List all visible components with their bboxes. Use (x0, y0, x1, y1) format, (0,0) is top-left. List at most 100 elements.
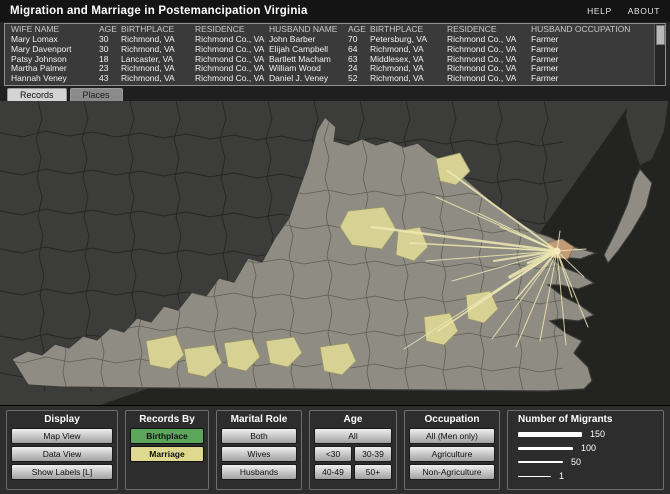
table-cell: Richmond, VA (121, 45, 195, 55)
age-50-plus-button[interactable]: 50+ (354, 464, 392, 480)
table-cell: Farmer (531, 45, 653, 55)
husbands-button[interactable]: Husbands (221, 464, 297, 480)
table-cell: Richmond, VA (121, 74, 195, 84)
table-cell: Farmer (531, 64, 653, 74)
table-cell: Hannah Veney (11, 74, 99, 84)
table-cell: 24 (348, 64, 370, 74)
column-header: BIRTHPLACE (121, 24, 195, 35)
table-cell: Richmond, VA (121, 35, 195, 45)
table-cell: Farmer (531, 35, 653, 45)
table-cell: Richmond Co., VA (447, 74, 531, 84)
table-cell: Richmond Co., VA (195, 55, 269, 65)
column-header: HUSBAND NAME (269, 24, 348, 35)
table-cell: Mary Lomax (11, 35, 99, 45)
view-tabs: Records Places (0, 86, 670, 101)
table-cell: Richmond Co., VA (195, 45, 269, 55)
records-by-section: Records By Birthplace Marriage (125, 410, 209, 490)
migrants-legend-section: Number of Migrants 150 100 50 1 (507, 410, 664, 490)
table-cell: 30 (99, 35, 121, 45)
map-view-button[interactable]: Map View (11, 428, 113, 444)
legend-row: 100 (518, 442, 596, 454)
legend-line-50 (518, 461, 563, 463)
table-cell: Elijah Campbell (269, 45, 348, 55)
both-button[interactable]: Both (221, 428, 297, 444)
table-cell: Richmond Co., VA (195, 74, 269, 84)
column-header: RESIDENCE (447, 24, 531, 35)
table-scrollbar[interactable] (654, 24, 665, 85)
app-window: Migration and Marriage in Postemancipati… (0, 0, 670, 493)
table-cell: Richmond, VA (121, 64, 195, 74)
table-cell: Farmer (531, 74, 653, 84)
page-title: Migration and Marriage in Postemancipati… (10, 5, 308, 17)
agriculture-button[interactable]: Agriculture (409, 446, 495, 462)
section-title: Marital Role (231, 414, 288, 426)
table-cell: Patsy Johnson (11, 55, 99, 65)
legend-line-1 (518, 476, 551, 477)
table-cell: Richmond Co., VA (195, 35, 269, 45)
column-header: RESIDENCE (195, 24, 269, 35)
table-cell: Richmond Co., VA (447, 35, 531, 45)
legend-label: 100 (581, 443, 596, 453)
table-cell: William Wood (269, 64, 348, 74)
table-cell: Richmond Co., VA (195, 64, 269, 74)
section-title: Display (44, 414, 80, 426)
scrollbar-thumb[interactable] (656, 25, 665, 45)
table-row[interactable]: Mary Lomax30Richmond, VARichmond Co., VA… (5, 35, 665, 45)
table-cell: Bartlett Macham (269, 55, 348, 65)
help-link[interactable]: HELP (587, 6, 612, 16)
table-cell: Richmond, VA (370, 74, 447, 84)
legend-line-150 (518, 432, 582, 437)
table-cell: 18 (99, 55, 121, 65)
section-title: Records By (139, 414, 195, 426)
legend-row: 150 (518, 428, 605, 440)
tab-places[interactable]: Places (70, 88, 123, 101)
table-cell: Richmond, VA (370, 45, 447, 55)
legend-row: 50 (518, 456, 581, 468)
table-cell: Richmond Co., VA (447, 64, 531, 74)
table-cell: 70 (348, 35, 370, 45)
table-cell: 52 (348, 74, 370, 84)
about-link[interactable]: ABOUT (628, 6, 660, 16)
marriage-button[interactable]: Marriage (130, 446, 204, 462)
legend-line-100 (518, 447, 573, 450)
occupation-all-button[interactable]: All (Men only) (409, 428, 495, 444)
table-cell: Mary Davenport (11, 45, 99, 55)
display-section: Display Map View Data View Show Labels [… (6, 410, 118, 490)
virginia-map[interactable] (0, 101, 670, 405)
table-cell: Daniel J. Veney (269, 74, 348, 84)
data-view-button[interactable]: Data View (11, 446, 113, 462)
table-header-row: WIFE NAME AGE BIRTHPLACE RESIDENCE HUSBA… (5, 24, 665, 35)
table-row[interactable]: Martha Palmer23Richmond, VARichmond Co.,… (5, 64, 665, 74)
table-cell: John Barber (269, 35, 348, 45)
map-area (0, 101, 670, 405)
table-cell: Farmer (531, 55, 653, 65)
control-panel: Display Map View Data View Show Labels [… (0, 405, 670, 494)
table-cell: 43 (99, 74, 121, 84)
table-row[interactable]: Mary Davenport30Richmond, VARichmond Co.… (5, 45, 665, 55)
tab-records[interactable]: Records (7, 88, 67, 101)
table-cell: Lancaster, VA (121, 55, 195, 65)
column-header: AGE (99, 24, 121, 35)
table-row[interactable]: Patsy Johnson18Lancaster, VARichmond Co.… (5, 55, 665, 65)
wives-button[interactable]: Wives (221, 446, 297, 462)
age-all-button[interactable]: All (314, 428, 392, 444)
column-header: HUSBAND OCCUPATION (531, 24, 653, 35)
legend-title: Number of Migrants (518, 414, 612, 426)
marital-role-section: Marital Role Both Wives Husbands (216, 410, 302, 490)
non-agriculture-button[interactable]: Non-Agriculture (409, 464, 495, 480)
table-body: Mary Lomax30Richmond, VARichmond Co., VA… (5, 35, 665, 84)
table-cell: Middlesex, VA (370, 55, 447, 65)
table-cell: Petersburg, VA (370, 35, 447, 45)
age-40-49-button[interactable]: 40-49 (314, 464, 352, 480)
birthplace-button[interactable]: Birthplace (130, 428, 204, 444)
table-cell: 64 (348, 45, 370, 55)
table-cell: Richmond, VA (370, 64, 447, 74)
legend-row: 1 (518, 470, 564, 482)
column-header: WIFE NAME (11, 24, 99, 35)
age-30-39-button[interactable]: 30-39 (354, 446, 392, 462)
age-under-30-button[interactable]: <30 (314, 446, 352, 462)
flow-origin-point (554, 248, 561, 255)
table-row[interactable]: Hannah Veney43Richmond, VARichmond Co., … (5, 74, 665, 84)
show-labels-button[interactable]: Show Labels [L] (11, 464, 113, 480)
age-button-grid: <30 30-39 40-49 50+ (314, 446, 392, 480)
